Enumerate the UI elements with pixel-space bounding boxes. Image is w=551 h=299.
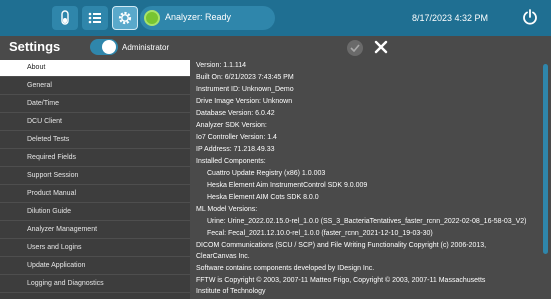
controller-version-text: Io7 Controller Version: 1.4 [196,134,277,141]
idesign-notice-text: Software contains components developed b… [196,265,375,272]
datetime: 8/17/2023 4:32 PM [412,13,489,23]
sidebar-item-label: General [27,82,52,89]
sidebar-item-label: Update Application [27,262,86,269]
power-icon[interactable] [522,9,538,30]
version-text: Version: 1.1.114 [196,62,247,69]
sidebar-item-deleted-tests[interactable]: Deleted Tests [0,132,190,149]
fftw-copyright-text-cont: Institute of Technology [196,288,266,295]
list-button[interactable] [82,6,108,30]
sidebar-item-required-fields[interactable]: Required Fields [0,150,190,167]
confirm-button[interactable] [347,40,363,56]
gear-icon [117,10,133,26]
sidebar-item-dilution-guide[interactable]: Dilution Guide [0,204,190,221]
sidebar-item-product-manual[interactable]: Product Manual [0,186,190,203]
about-scrollbar[interactable] [540,60,551,299]
status-dot-icon [144,10,160,26]
analyzer-status[interactable]: Analyzer: Ready [140,6,275,30]
sidebar-item-label: Product Manual [27,190,77,197]
fftw-copyright-text: FFTW is Copyright © 2003, 2007-11 Matteo… [196,277,486,284]
sidebar-item-label: About [27,64,46,71]
sidebar-item-label: Deleted Tests [27,136,70,143]
settings-sidebar: About General Date/Time DCU Client Delet… [0,60,190,299]
sidebar-item-logging-and-diagnostics[interactable]: Logging and Diagnostics [0,276,190,293]
sidebar-item-label: Date/Time [27,100,60,107]
sidebar-item-label: Logging and Diagnostics [27,280,104,287]
sidebar-item-general[interactable]: General [0,78,190,95]
component-item: Cuattro Update Registry (x86) 1.0.003 [207,170,326,177]
sidebar-item-label: Required Fields [27,154,77,161]
component-item: Heska Element Aim InstrumentControl SDK … [207,182,368,189]
sidebar-item-label: DCU Client [27,118,63,125]
component-item: Heska Element AIM Cots SDK 8.0.0 [207,194,319,201]
ml-model-item: Fecal: Fecal_2021.12.10.0-rel_1.0.0 (fas… [207,230,433,237]
ip-address-text: IP Address: 71.218.49.33 [196,146,275,153]
sidebar-item-label: Users and Logins [27,244,82,251]
database-version-text: Database Version: 6.0.42 [196,110,275,117]
checkmark-icon [350,39,360,57]
vial-icon [59,10,71,26]
installed-components-heading: Installed Components: [196,158,266,165]
sidebar-item-analyzer-management[interactable]: Analyzer Management [0,222,190,239]
about-panel: Version: 1.1.114 Built On: 6/21/2023 7:4… [190,60,540,299]
ml-model-item: Urine: Urine_2022.02.15.0-rel_1.0.0 (SS_… [207,218,527,225]
drive-image-version-text: Drive Image Version: Unknown [196,98,293,105]
sidebar-item-label: Analyzer Management [27,226,98,233]
ml-model-versions-heading: ML Model Versions: [196,206,258,213]
sidebar-item-label: Support Session [27,172,79,179]
sidebar-item-date-time[interactable]: Date/Time [0,96,190,113]
dicom-copyright-text: DICOM Communications (SCU / SCP) and Fil… [196,242,487,249]
sidebar-item-label: Dilution Guide [27,208,71,215]
sidebar-item-users-and-logins[interactable]: Users and Logins [0,240,190,257]
settings-header: Settings Administrator [0,36,551,60]
close-icon[interactable] [374,40,388,59]
sidebar-item-dcu-client[interactable]: DCU Client [0,114,190,131]
toggle-knob [102,40,116,54]
sidebar-item-update-application[interactable]: Update Application [0,258,190,275]
status-text: Analyzer: Ready [165,12,232,22]
page-title: Settings [9,39,61,54]
analyzer-sdk-version-text: Analyzer SDK Version: [196,122,267,129]
administrator-label: Administrator [122,43,170,52]
scrollbar-thumb[interactable] [543,64,548,254]
vial-button[interactable] [52,6,78,30]
administrator-toggle[interactable] [90,39,118,55]
dicom-copyright-text-cont: ClearCanvas Inc. [196,253,250,260]
built-on-text: Built On: 6/21/2023 7:43:45 PM [196,74,294,81]
sidebar-item-about[interactable]: About [0,60,190,77]
settings-button[interactable] [112,6,138,30]
instrument-id-text: Instrument ID: Unknown_Demo [196,86,294,93]
sidebar-item-support-session[interactable]: Support Session [0,168,190,185]
top-bar: Analyzer: Ready 8/17/2023 4:32 PM [0,0,551,36]
list-icon [88,12,102,24]
